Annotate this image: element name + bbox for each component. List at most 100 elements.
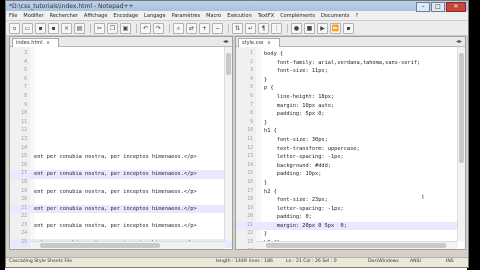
horizontal-scrollbar[interactable] xyxy=(256,241,458,249)
indent-guide-icon[interactable]: ⋮ xyxy=(271,22,282,34)
menu-settings[interactable]: Paramètres xyxy=(169,13,204,19)
horizontal-scrollbar[interactable] xyxy=(30,241,225,249)
line-text[interactable]: ent per conubia nostra, per inceptos him… xyxy=(34,188,197,197)
code-line[interactable]: 10 h1 { xyxy=(236,127,465,136)
code-line[interactable]: 14 xyxy=(10,145,232,154)
menu-run[interactable]: Exécution xyxy=(224,13,255,19)
save-all-icon[interactable]: ▪ xyxy=(48,22,59,34)
code-line[interactable]: 11 xyxy=(10,119,232,128)
line-text[interactable]: font-size: 30px; xyxy=(264,136,328,145)
code-line[interactable]: 22 xyxy=(10,213,232,222)
stop-macro-icon[interactable]: ■ xyxy=(304,22,315,34)
code-line[interactable]: 16} xyxy=(236,179,465,188)
paste-icon[interactable]: ▣ xyxy=(120,22,131,34)
code-line[interactable]: 8 padding: 5px 0; xyxy=(236,110,465,119)
tab-style-css[interactable]: style.css x xyxy=(238,38,280,47)
code-line[interactable]: 13 letter-spacing: -1px; xyxy=(236,153,465,162)
maximize-button[interactable]: □ xyxy=(431,2,445,12)
code-line[interactable]: 18 xyxy=(10,179,232,188)
new-file-icon[interactable]: ▫ xyxy=(9,22,20,34)
vertical-scrollbar[interactable] xyxy=(457,47,465,241)
minimize-button[interactable]: – xyxy=(416,2,430,12)
close-tab-icon[interactable]: x xyxy=(268,40,271,46)
line-text[interactable]: ent per conubia nostra, per inceptos him… xyxy=(34,170,197,179)
menu-help[interactable]: ? xyxy=(352,13,361,19)
line-text[interactable]: padding: 10px; xyxy=(264,170,322,179)
code-line[interactable]: 22} xyxy=(236,230,465,239)
line-text[interactable]: p { xyxy=(264,84,274,93)
line-text[interactable]: body { xyxy=(264,50,283,59)
open-folder-icon[interactable]: ▭ xyxy=(22,22,33,34)
code-line[interactable]: 18 font-size: 23px; xyxy=(236,196,465,205)
code-line[interactable]: 5 p { xyxy=(236,84,465,93)
code-line[interactable]: 21 ent per conubia nostra, per inceptos h… xyxy=(10,204,232,214)
scroll-thumb[interactable] xyxy=(40,243,160,248)
menu-documents[interactable]: Documents xyxy=(318,13,353,19)
code-line[interactable]: 24 xyxy=(10,230,232,239)
line-text[interactable]: padding: 5px 0; xyxy=(264,110,325,119)
sync-scroll-icon[interactable]: ⇅ xyxy=(232,22,243,34)
code-line[interactable]: 1 body { xyxy=(236,50,465,59)
line-text[interactable]: h1 { xyxy=(264,127,277,136)
line-text[interactable]: } xyxy=(264,179,267,188)
line-text[interactable]: ent per conubia nostra, per inceptos him… xyxy=(34,222,197,231)
run-macro-multiple-icon[interactable]: ⏩ xyxy=(330,22,341,34)
replace-icon[interactable]: ⇄ xyxy=(186,22,197,34)
code-line[interactable]: 5 xyxy=(10,67,232,76)
line-text[interactable]: text-transform: uppercase; xyxy=(264,145,360,154)
code-line[interactable]: 7 xyxy=(10,84,232,93)
vertical-scrollbar[interactable] xyxy=(224,47,232,241)
redo-icon[interactable]: ↷ xyxy=(153,22,164,34)
line-text[interactable]: letter-spacing: -1px; xyxy=(264,205,344,214)
menu-edit[interactable]: Modifier xyxy=(20,13,46,19)
menu-language[interactable]: Langage xyxy=(141,13,169,19)
scroll-thumb[interactable] xyxy=(266,243,446,248)
line-text[interactable]: } xyxy=(264,230,267,239)
code-line[interactable]: 14 background: #ddd; xyxy=(236,162,465,171)
menu-view[interactable]: Affichage xyxy=(81,13,111,19)
scroll-thumb[interactable] xyxy=(459,53,464,163)
code-line[interactable]: 17 h2 { xyxy=(236,188,465,197)
menu-encoding[interactable]: Encodage xyxy=(110,13,141,19)
code-line[interactable]: 10 xyxy=(10,110,232,119)
code-line[interactable]: 3 xyxy=(10,50,232,59)
print-icon[interactable]: ▤ xyxy=(74,22,85,34)
line-text[interactable]: margin: 10px auto; xyxy=(264,102,334,111)
code-line[interactable]: 19 ent per conubia nostra, per inceptos h… xyxy=(10,188,232,197)
find-icon[interactable]: ⌕ xyxy=(173,22,184,34)
close-file-icon[interactable]: × xyxy=(61,22,72,34)
line-text[interactable]: margin: 20px 0 5px 0; xyxy=(264,222,347,231)
save-macro-icon[interactable]: ▪ xyxy=(343,22,354,34)
code-line[interactable]: 12 xyxy=(10,127,232,136)
play-macro-icon[interactable]: ▶ xyxy=(317,22,328,34)
code-line[interactable]: 6 xyxy=(10,76,232,85)
record-macro-icon[interactable]: ● xyxy=(291,22,302,34)
line-text[interactable]: font-size: 23px; xyxy=(264,196,328,205)
line-text[interactable]: letter-spacing: -1px; xyxy=(264,153,344,162)
line-text[interactable]: } xyxy=(264,76,267,85)
code-line[interactable]: 13 xyxy=(10,136,232,145)
line-text[interactable]: ent per conubia nostra, per inceptos him… xyxy=(34,153,197,162)
save-icon[interactable]: ▪ xyxy=(35,22,46,34)
word-wrap-icon[interactable]: ↵ xyxy=(245,22,256,34)
code-line[interactable]: 2 font-family: arial,verdana,tahoma,sans… xyxy=(236,59,465,68)
show-all-chars-icon[interactable]: ¶ xyxy=(258,22,269,34)
menu-macro[interactable]: Macro xyxy=(203,13,224,19)
copy-icon[interactable]: ❐ xyxy=(107,22,118,34)
tab-scroll-arrows-icon[interactable]: ◂▸ xyxy=(223,38,229,45)
scroll-thumb[interactable] xyxy=(226,53,231,75)
code-line[interactable]: 15 ent per conubia nostra, per inceptos h… xyxy=(10,153,232,162)
cut-icon[interactable]: ✂ xyxy=(94,22,105,34)
code-line[interactable]: 4} xyxy=(236,76,465,85)
code-line[interactable]: 20 xyxy=(10,196,232,205)
code-lines[interactable]: 1 body {2 font-family: arial,verdana,taho… xyxy=(236,50,465,249)
menu-plugins[interactable]: Compléments xyxy=(277,13,318,19)
code-line[interactable]: 6 line-height: 18px; xyxy=(236,93,465,102)
line-text[interactable]: line-height: 18px; xyxy=(264,93,334,102)
undo-icon[interactable]: ↶ xyxy=(140,22,151,34)
code-line[interactable]: 19 letter-spacing: -1px; xyxy=(236,205,465,214)
code-line[interactable]: 4 xyxy=(10,59,232,68)
line-text[interactable]: ent per conubia nostra, per inceptos him… xyxy=(34,205,197,214)
line-text[interactable]: font-size: 11px; xyxy=(264,67,328,76)
code-line[interactable]: 16 xyxy=(10,162,232,171)
